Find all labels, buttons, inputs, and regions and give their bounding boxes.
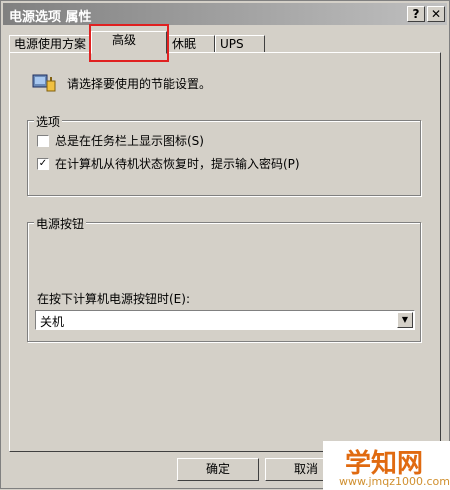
power-options-icon [32,74,56,92]
prompt-password-option[interactable]: ✓ 在计算机从待机状态恢复时，提示输入密码(P) [37,155,300,172]
power-button-action-select[interactable]: 关机 ▼ [35,310,415,330]
power-buttons-group-label: 电源按钮 [34,215,87,232]
tab-power-schemes[interactable]: 电源使用方案 [9,35,91,53]
prompt-password-checkbox[interactable]: ✓ [37,157,49,170]
power-options-window: 电源选项 属性 ? ✕ 电源使用方案 高级 休眠 UPS 请选择要使用的节能设置… [0,0,450,490]
highlight-box [89,24,169,62]
ok-button[interactable]: 确定 [177,458,259,481]
power-button-action-value: 关机 [40,315,65,329]
options-group-label: 选项 [34,113,63,130]
intro-text: 请选择要使用的节能设置。 [67,77,212,91]
close-button[interactable]: ✕ [427,6,445,22]
power-button-action-label: 在按下计算机电源按钮时(E): [37,292,190,306]
tab-ups[interactable]: UPS [215,35,265,53]
show-icon-option[interactable]: 总是在任务栏上显示图标(S) [37,132,204,149]
title-bar: 电源选项 属性 ? ✕ [3,3,447,25]
window-title: 电源选项 属性 [9,10,92,25]
watermark: 学知网 www.jmqz1000.com [323,441,450,490]
tab-hibernate[interactable]: 休眠 [167,35,215,53]
show-icon-checkbox[interactable] [37,134,49,147]
prompt-password-label: 在计算机从待机状态恢复时，提示输入密码(P) [55,157,300,171]
watermark-url: www.jmqz1000.com [339,475,450,488]
show-icon-label: 总是在任务栏上显示图标(S) [55,134,204,148]
help-button[interactable]: ? [407,6,425,22]
tab-strip: 电源使用方案 高级 休眠 UPS [9,31,441,54]
chevron-down-icon[interactable]: ▼ [397,312,413,328]
